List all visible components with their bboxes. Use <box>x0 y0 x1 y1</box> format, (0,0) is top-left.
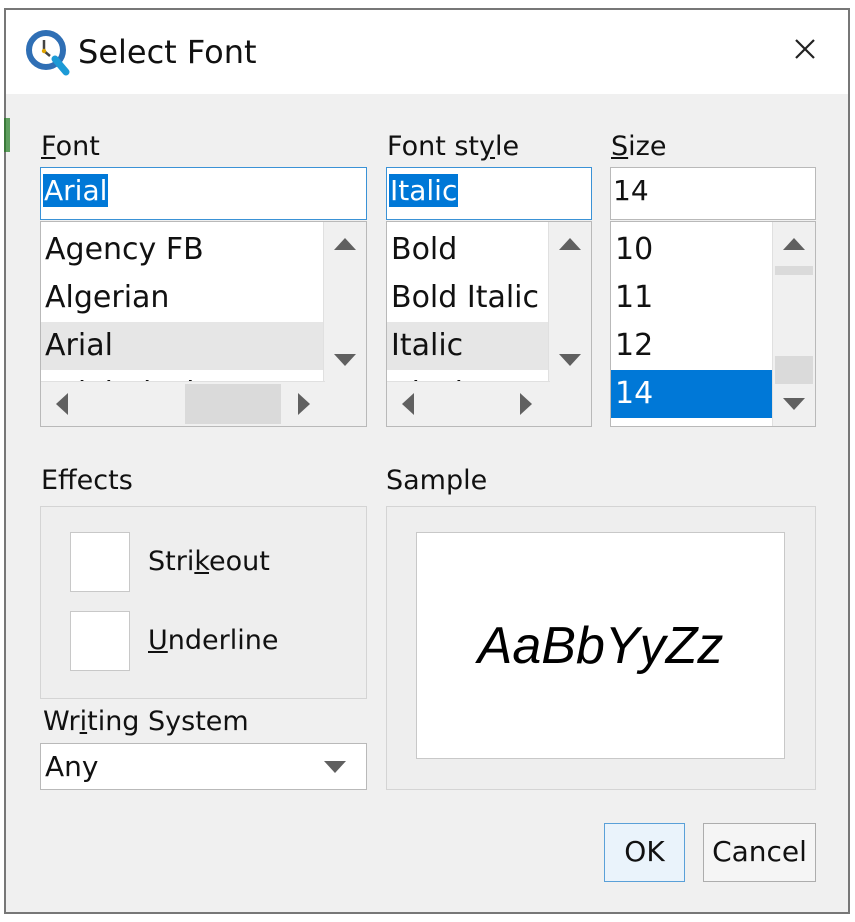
underline-checkbox[interactable] <box>70 611 130 671</box>
ok-button[interactable]: OK <box>604 823 685 882</box>
vertical-scroll-track-highlight[interactable] <box>775 356 813 384</box>
title-bar: Select Font <box>6 10 848 94</box>
font-style-list-items: Bold Bold Italic Italic Black <box>387 222 550 382</box>
effects-groupbox: Strikeout Underline <box>40 506 367 699</box>
arrow-up-icon <box>783 238 805 250</box>
effects-label: Effects <box>41 465 133 496</box>
font-input[interactable]: Arial <box>40 167 367 220</box>
size-list-items: 10 11 12 14 <box>611 222 774 426</box>
font-list-items: Agency FB Algerian Arial Arial Black <box>41 222 325 382</box>
horizontal-scroll-thumb[interactable] <box>185 384 281 424</box>
size-input[interactable]: 14 <box>610 167 816 220</box>
underline-label[interactable]: Underline <box>148 626 278 656</box>
close-icon[interactable] <box>790 34 820 64</box>
font-list-item[interactable]: Arial <box>41 322 325 370</box>
scroll-down-button[interactable] <box>324 338 366 382</box>
background-edge-artifact <box>4 118 10 152</box>
select-font-dialog: Select Font Font Arial Agency FB Algeria… <box>4 8 850 914</box>
arrow-down-icon <box>334 354 356 366</box>
scroll-corner <box>324 382 366 426</box>
dialog-title: Select Font <box>78 33 257 71</box>
font-list[interactable]: Agency FB Algerian Arial Arial Black <box>40 221 367 427</box>
sample-label: Sample <box>386 465 488 496</box>
font-style-label: Font style <box>387 131 520 162</box>
size-list[interactable]: 10 11 12 14 <box>610 221 816 427</box>
font-style-horizontal-scrollbar[interactable] <box>387 381 550 426</box>
writing-system-value: Any <box>45 750 99 783</box>
font-style-input[interactable]: Italic <box>386 167 592 220</box>
arrow-left-icon <box>56 393 68 415</box>
writing-system-label: Writing System <box>43 706 249 737</box>
size-list-item[interactable]: 12 <box>611 322 774 370</box>
size-input-text: 14 <box>613 174 649 207</box>
scroll-up-button[interactable] <box>549 222 591 266</box>
scroll-right-button[interactable] <box>505 382 547 426</box>
scroll-left-button[interactable] <box>41 382 83 426</box>
scroll-down-button[interactable] <box>773 382 815 426</box>
font-label: Font <box>41 131 100 162</box>
sample-preview: AaBbYyZz <box>416 532 785 759</box>
font-style-vertical-scrollbar[interactable] <box>548 222 591 382</box>
arrow-right-icon <box>520 393 532 415</box>
font-list-item[interactable]: Algerian <box>41 274 325 322</box>
scroll-up-button[interactable] <box>773 222 815 266</box>
font-style-list-item[interactable]: Bold <box>387 226 550 274</box>
size-list-item[interactable]: 14 <box>611 370 774 418</box>
scroll-corner <box>549 382 591 426</box>
arrow-up-icon <box>334 238 356 250</box>
arrow-down-icon <box>783 398 805 410</box>
cancel-button[interactable]: Cancel <box>703 823 816 882</box>
chevron-down-icon <box>324 761 346 773</box>
sample-text: AaBbYyZz <box>477 617 724 675</box>
font-vertical-scrollbar[interactable] <box>323 222 366 382</box>
size-list-item[interactable]: 10 <box>611 226 774 274</box>
size-vertical-scrollbar[interactable] <box>772 222 815 426</box>
vertical-scroll-thumb[interactable] <box>775 266 813 275</box>
font-style-list[interactable]: Bold Bold Italic Italic Black <box>386 221 592 427</box>
strikeout-checkbox[interactable] <box>70 532 130 592</box>
arrow-right-icon <box>298 393 310 415</box>
scroll-right-button[interactable] <box>283 382 325 426</box>
size-label: Size <box>611 131 667 162</box>
font-input-text: Arial <box>43 174 109 207</box>
scroll-left-button[interactable] <box>387 382 429 426</box>
strikeout-label[interactable]: Strikeout <box>148 547 270 577</box>
arrow-down-icon <box>559 354 581 366</box>
arrow-left-icon <box>402 393 414 415</box>
scroll-down-button[interactable] <box>549 338 591 382</box>
font-style-list-item[interactable]: Italic <box>387 322 550 370</box>
font-style-input-text: Italic <box>389 174 459 207</box>
arrow-up-icon <box>559 238 581 250</box>
font-horizontal-scrollbar[interactable] <box>41 381 325 426</box>
size-list-item[interactable]: 11 <box>611 274 774 322</box>
writing-system-combobox[interactable]: Any <box>40 743 367 790</box>
scroll-up-button[interactable] <box>324 222 366 266</box>
font-list-item[interactable]: Agency FB <box>41 226 325 274</box>
app-logo-icon <box>26 30 70 76</box>
font-style-list-item[interactable]: Bold Italic <box>387 274 550 322</box>
